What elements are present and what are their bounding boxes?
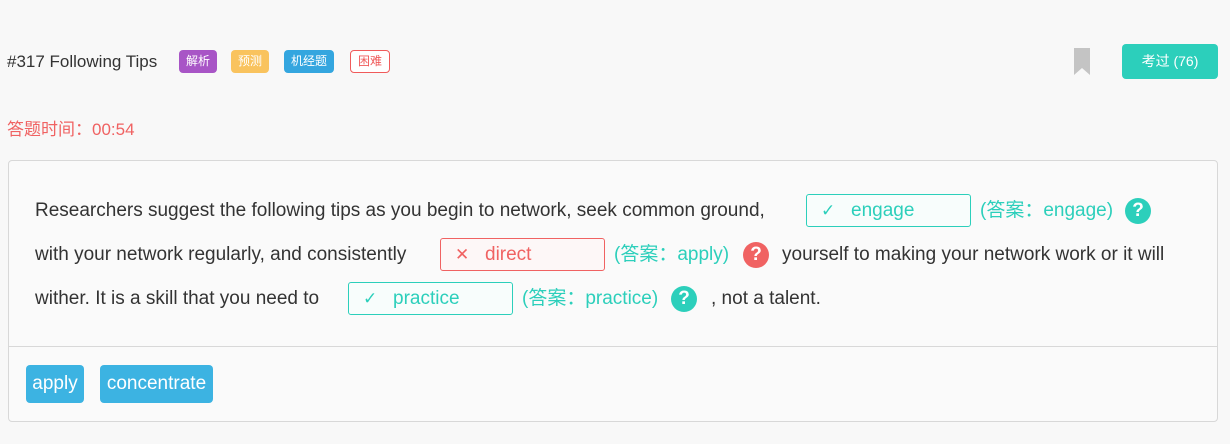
exam-count-button[interactable]: 考过 (76) — [1122, 44, 1218, 79]
question-title: #317 Following Tips — [7, 52, 158, 71]
question-text: wither. It is a skill that you need to — [35, 288, 320, 309]
question-card: Researchers suggest the following tips a… — [8, 160, 1218, 422]
blank-2-answer: (答案：apply) — [614, 244, 730, 265]
tag-predict[interactable]: 预测 — [231, 50, 270, 73]
check-icon: ✓ — [821, 201, 836, 220]
tag-machine-exam[interactable]: 机经题 — [284, 50, 335, 73]
question-text: with your network regularly, and consist… — [35, 244, 407, 265]
help-icon[interactable]: ? — [743, 242, 769, 268]
question-body: Researchers suggest the following tips a… — [9, 161, 1217, 347]
check-icon: ✓ — [363, 289, 378, 308]
cross-icon: ✕ — [455, 245, 470, 264]
question-text: yourself to making your network work or … — [782, 244, 1165, 265]
help-icon[interactable]: ? — [1125, 198, 1151, 224]
blank-1-value: engage — [851, 200, 915, 221]
bookmark-icon[interactable] — [1074, 48, 1090, 75]
help-icon[interactable]: ? — [671, 286, 697, 312]
option-apply[interactable]: apply — [26, 365, 84, 403]
tag-analysis[interactable]: 解析 — [179, 50, 218, 73]
blank-2-value: direct — [485, 244, 532, 265]
question-text: Researchers suggest the following tips a… — [35, 200, 765, 221]
question-text: , not a talent. — [711, 288, 821, 309]
blank-3-value: practice — [393, 288, 460, 309]
blank-1-answer: (答案：engage) — [980, 200, 1114, 221]
blank-3[interactable]: ✓ practice — [348, 282, 513, 315]
question-header: #317 Following Tips 解析 预测 机经题 困难 考过 (76) — [0, 40, 1230, 84]
tag-difficulty: 困难 — [350, 50, 391, 73]
blank-3-answer: (答案：practice) — [522, 288, 659, 309]
blank-2[interactable]: ✕ direct — [440, 238, 605, 271]
blank-1[interactable]: ✓ engage — [806, 194, 971, 227]
answer-timer: 答题时间：00:54 — [7, 120, 135, 139]
option-concentrate[interactable]: concentrate — [100, 365, 213, 403]
